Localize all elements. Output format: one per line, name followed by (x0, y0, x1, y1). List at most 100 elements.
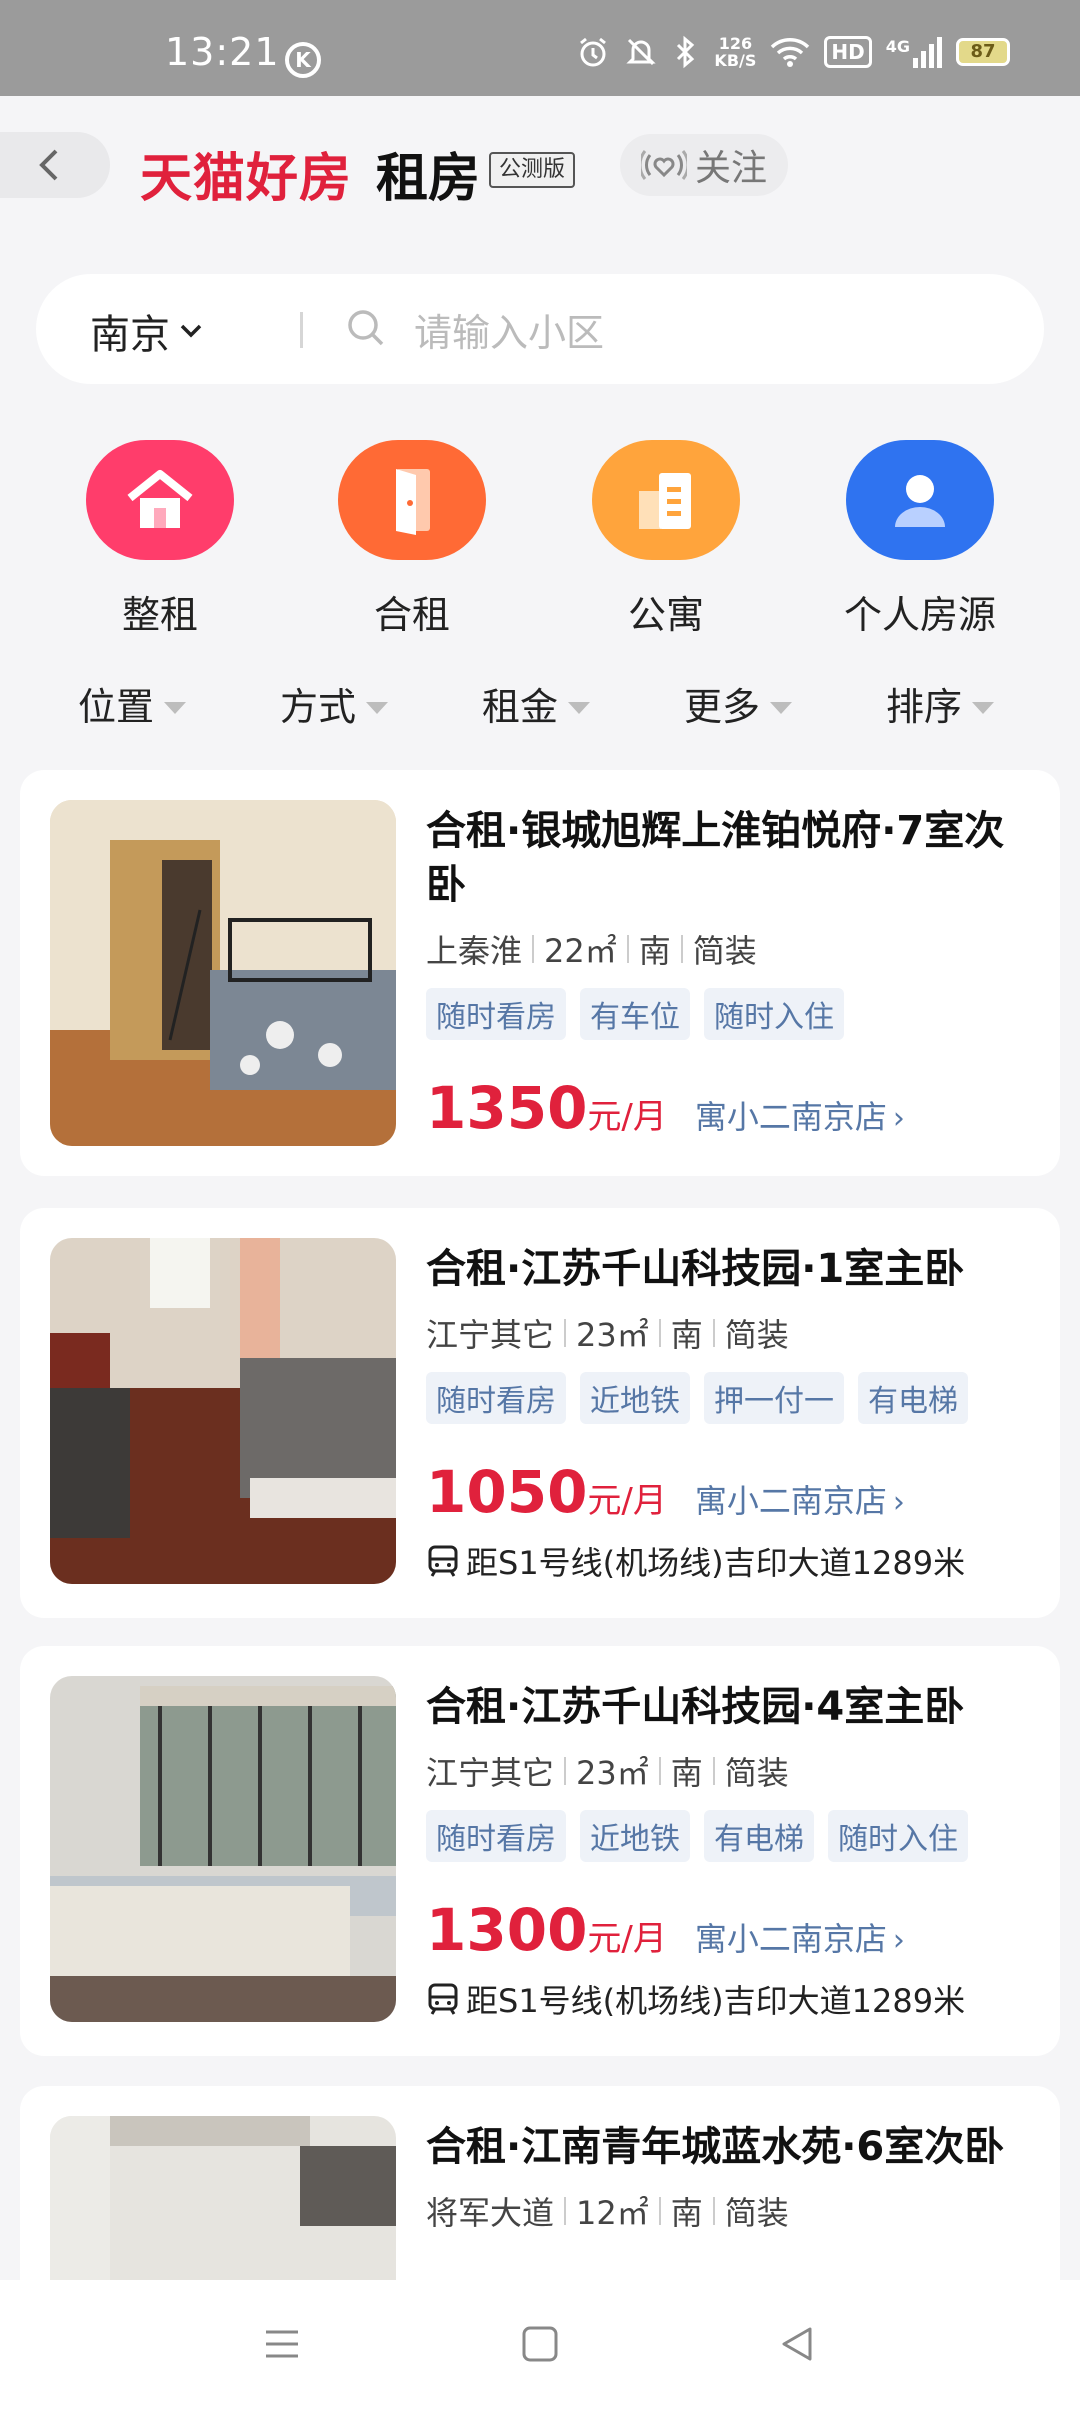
category-row: 整租 合租 公寓 个人房源 (0, 440, 1080, 640)
net-speed-unit: KB/S (714, 51, 757, 70)
listing-price: 1050 (426, 1458, 588, 1526)
metro-icon (428, 1545, 458, 1577)
back-triangle-icon[interactable] (778, 2324, 818, 2364)
listing-card[interactable]: 合租·江苏千山科技园·1室主卧 江宁其它 23㎡ 南 简装 随时看房 近地铁 押… (20, 1208, 1060, 1618)
price-row: 1050 元/月 寓小二南京店 › (426, 1458, 1036, 1526)
category-label: 合租 (373, 593, 450, 637)
listing-area: 12㎡ (576, 2194, 649, 2232)
listing-tag: 随时入住 (828, 1810, 968, 1862)
listing-card[interactable]: 合租·银城旭辉上淮铂悦府·7室次卧 上秦淮 22㎡ 南 简装 随时看房 有车位 … (20, 770, 1060, 1176)
city-label: 南京 (90, 312, 170, 358)
filter-more[interactable]: 更多 (684, 676, 793, 731)
status-bar: 13:21 K 126 KB/S HD 4G 87 (0, 0, 1080, 96)
listing-tag: 近地铁 (580, 1810, 690, 1862)
listing-district: 江宁其它 (426, 1754, 555, 1792)
door-icon (338, 440, 486, 560)
listing-tag: 押一付一 (704, 1372, 844, 1424)
listing-area: 23㎡ (576, 1316, 649, 1354)
listing-decor: 简装 (724, 1754, 789, 1792)
listing-decor: 简装 (724, 1316, 789, 1354)
filter-label: 位置 (78, 685, 155, 729)
listing-tag: 有车位 (580, 988, 690, 1040)
listing-tags: 随时看房 有车位 随时入住 (426, 988, 1036, 1040)
system-nav-bar (0, 2280, 1080, 2412)
listing-meta: 江宁其它 23㎡ 南 简装 (426, 1310, 1036, 1356)
page-title: 租房 (376, 149, 481, 209)
price-unit: 元/月 (587, 1097, 667, 1137)
category-personal-listing[interactable]: 个人房源 (820, 440, 1020, 639)
price-unit: 元/月 (587, 1919, 667, 1959)
back-button[interactable] (0, 132, 110, 198)
listing-tag: 有电梯 (704, 1810, 814, 1862)
category-shared-rent[interactable]: 合租 (312, 440, 512, 639)
net-speed: 126 KB/S (714, 35, 756, 69)
store-link[interactable]: 寓小二南京店 (695, 1476, 887, 1522)
heart-signal-icon (640, 150, 687, 180)
chevron-left-icon (39, 149, 58, 181)
store-link[interactable]: 寓小二南京店 (695, 1092, 887, 1138)
listing-district: 江宁其它 (426, 1316, 555, 1354)
listing-tags: 随时看房 近地铁 押一付一 有电梯 (426, 1372, 1036, 1424)
listing-meta: 江宁其它 23㎡ 南 简装 (426, 1748, 1036, 1794)
alarm-icon (580, 37, 607, 67)
listing-tag: 随时看房 (426, 988, 566, 1040)
metro-distance: 距S1号线(机场线)吉印大道1289米 (426, 1976, 1036, 2022)
listing-card[interactable]: 合租·江苏千山科技园·4室主卧 江宁其它 23㎡ 南 简装 随时看房 近地铁 有… (20, 1646, 1060, 2056)
listing-tag: 随时看房 (426, 1372, 566, 1424)
listing-decor: 简装 (724, 2194, 789, 2232)
price-unit: 元/月 (587, 1481, 667, 1521)
follow-button[interactable]: 关注 (620, 134, 788, 196)
signal-label: 4G (885, 36, 910, 56)
triangle-down-icon (770, 701, 793, 714)
listing-meta: 上秦淮 22㎡ 南 简装 (426, 926, 1036, 972)
price-row: 1300 元/月 寓小二南京店 › (426, 1896, 1036, 1964)
city-selector[interactable]: 南京 (90, 302, 202, 360)
chevron-down-icon (180, 324, 202, 338)
listing-facing: 南 (670, 1316, 703, 1354)
listing-area: 22㎡ (544, 932, 617, 970)
search-input[interactable]: 请输入小区 (414, 302, 604, 357)
listing-decor: 简装 (692, 932, 757, 970)
follow-label: 关注 (694, 148, 767, 189)
hd-badge: HD (824, 36, 872, 68)
metro-icon (428, 1983, 458, 2015)
triangle-down-icon (366, 701, 389, 714)
listing-title: 合租·银城旭辉上淮铂悦府·7室次卧 (426, 808, 1005, 908)
app-header: 天猫好房 租房 公测版 关注 (0, 96, 1080, 246)
category-apartment[interactable]: 公寓 (566, 440, 766, 639)
listing-facing: 南 (638, 932, 671, 970)
filter-method[interactable]: 方式 (280, 676, 389, 731)
listing-info: 合租·银城旭辉上淮铂悦府·7室次卧 上秦淮 22㎡ 南 简装 随时看房 有车位 … (426, 804, 1036, 1142)
wifi-icon (771, 38, 810, 67)
price-row: 1350 元/月 寓小二南京店 › (426, 1074, 1036, 1142)
chevron-right-icon: › (892, 1485, 905, 1520)
listing-price: 1300 (426, 1896, 588, 1964)
listing-tag: 随时看房 (426, 1810, 566, 1862)
metro-distance: 距S1号线(机场线)吉印大道1289米 (426, 1538, 1036, 1584)
filter-rent[interactable]: 租金 (482, 676, 591, 731)
listing-district: 上秦淮 (426, 932, 523, 970)
triangle-down-icon (164, 701, 187, 714)
filter-sort[interactable]: 排序 (886, 676, 995, 731)
listing-title: 合租·江苏千山科技园·1室主卧 (426, 1246, 965, 1292)
chevron-right-icon: › (892, 1923, 905, 1958)
bluetooth-icon (677, 35, 695, 69)
filter-label: 排序 (886, 685, 963, 729)
home-square-icon[interactable] (520, 2324, 560, 2364)
search-icon (348, 310, 384, 346)
listing-photo (50, 1238, 396, 1584)
search-bar: 南京 请输入小区 (36, 274, 1044, 384)
category-whole-rent[interactable]: 整租 (60, 440, 260, 639)
search-divider (300, 312, 303, 348)
metro-text: 距S1号线(机场线)吉印大道1289米 (466, 1982, 966, 2020)
status-icons: 126 KB/S HD 4G 87 (576, 32, 1010, 72)
beta-badge: 公测版 (489, 152, 576, 188)
menu-icon[interactable] (262, 2324, 302, 2364)
k-app-icon: K (285, 42, 321, 78)
store-link[interactable]: 寓小二南京店 (695, 1914, 887, 1960)
filter-location[interactable]: 位置 (78, 676, 187, 731)
apartment-icon (592, 440, 740, 560)
listing-facing: 南 (670, 2194, 703, 2232)
listing-tag: 近地铁 (580, 1372, 690, 1424)
listing-tag: 有电梯 (858, 1372, 968, 1424)
